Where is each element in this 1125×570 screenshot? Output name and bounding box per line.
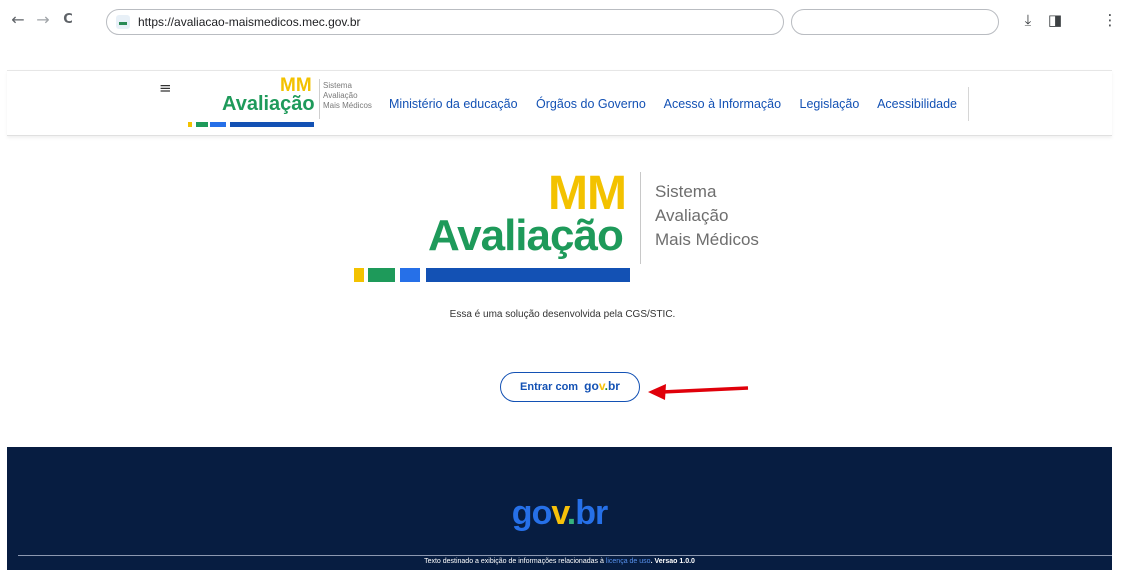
search-input[interactable]	[791, 9, 999, 35]
nav-ministerio[interactable]: Ministério da educação	[389, 97, 518, 111]
header-logo-bars	[188, 122, 314, 127]
menu-icon[interactable]: ≡	[159, 79, 172, 97]
site-header: ≡ MM Avaliação Sistema Avaliação Mais Mé…	[7, 70, 1112, 136]
browser-toolbar: ← → C https://avaliacao-maismedicos.mec.…	[0, 0, 1125, 44]
footer: gov.br Texto destinado a exibição de inf…	[7, 447, 1112, 570]
header-divider	[968, 87, 969, 121]
nav-acesso-informacao[interactable]: Acesso à Informação	[664, 97, 781, 111]
header-logo-subtitle: Sistema Avaliação Mais Médicos	[323, 81, 372, 110]
login-govbr-button[interactable]: Entrar com gov.br	[500, 372, 640, 402]
forward-icon[interactable]: →	[33, 10, 53, 30]
main-logo-bars	[354, 268, 630, 282]
address-bar[interactable]: https://avaliacao-maismedicos.mec.gov.br	[106, 9, 784, 35]
nav-orgaos[interactable]: Órgãos do Governo	[536, 97, 646, 111]
main-logo-subtitle: Sistema Avaliação Mais Médicos	[655, 182, 759, 249]
red-arrow-annotation	[648, 384, 749, 400]
back-icon[interactable]: ←	[8, 10, 28, 30]
more-options-icon[interactable]: ⋮	[1100, 10, 1120, 30]
reload-icon[interactable]: C	[58, 10, 78, 30]
site-favicon-icon	[116, 15, 130, 29]
footer-text-body: Texto destinado a exibição de informaçõe…	[424, 558, 606, 565]
header-logo-divider	[319, 79, 320, 119]
version-text: . Versao 1.0.0	[650, 558, 695, 565]
login-button-label: Entrar com	[520, 381, 579, 393]
nav-acessibilidade[interactable]: Acessibilidade	[877, 97, 957, 111]
main-logo-divider	[640, 172, 641, 264]
footer-text: Texto destinado a exibição de informaçõe…	[7, 557, 1112, 567]
footer-divider	[18, 555, 1112, 556]
download-icon[interactable]: ⤓	[1018, 10, 1038, 30]
footer-govbr-logo: gov.br	[511, 494, 608, 532]
header-nav: Ministério da educação Órgãos do Governo…	[389, 97, 972, 111]
main-logo-avaliacao: Avaliação	[428, 211, 624, 260]
license-link[interactable]: licença de uso	[606, 558, 651, 565]
govbr-inline-logo: gov.br	[584, 379, 620, 393]
url-text[interactable]: https://avaliacao-maismedicos.mec.gov.br	[138, 14, 361, 30]
nav-legislacao[interactable]: Legislação	[800, 97, 860, 111]
side-panel-icon[interactable]: ◨	[1045, 10, 1065, 30]
description-text: Essa é uma solução desenvolvida pela CGS…	[449, 309, 676, 320]
header-logo-avaliacao: Avaliação	[222, 93, 315, 115]
